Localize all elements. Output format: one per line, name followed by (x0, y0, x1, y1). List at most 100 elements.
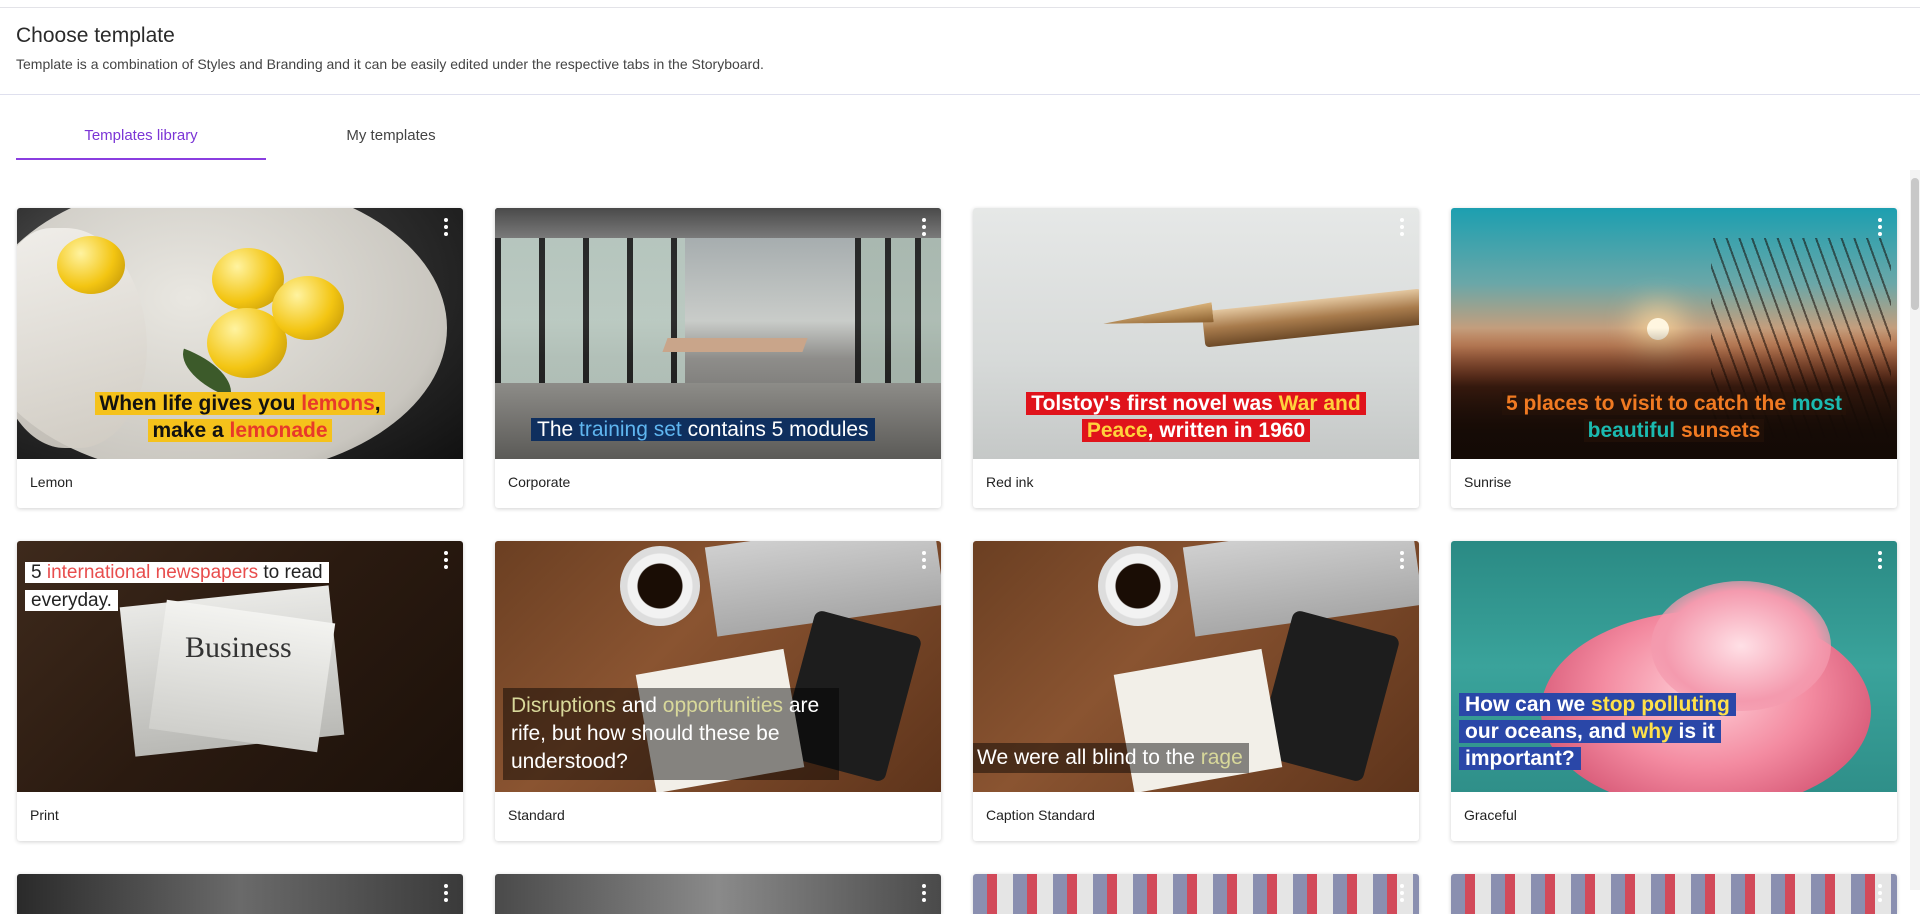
lemon-image (57, 236, 125, 294)
more-vertical-icon[interactable] (1399, 884, 1405, 904)
template-name: Caption Standard (986, 807, 1095, 823)
caption-highlight: why (1631, 720, 1673, 743)
thumbnail-caption: 5 international newspapers to read every… (25, 559, 329, 615)
newspaper-image (148, 599, 336, 753)
coffee-cup-image (1098, 546, 1178, 626)
caption-text: When life gives you (99, 392, 302, 415)
thumbnail-caption: When life gives you lemons, make a lemon… (79, 390, 401, 444)
template-card-partial[interactable] (495, 874, 941, 914)
more-vertical-icon[interactable] (1877, 218, 1883, 238)
template-name: Lemon (30, 474, 73, 490)
caption-highlight: most (1791, 392, 1843, 415)
template-card-red-ink[interactable]: Tolstoy's first novel was War and Peace,… (973, 208, 1419, 508)
caption-text: sunsets (1675, 419, 1761, 442)
thumbnail-caption: We were all blind to the rage (973, 743, 1249, 773)
coffee-cup-image (620, 546, 700, 626)
caption-text: 5 places to visit to catch the (1505, 392, 1792, 415)
template-name: Red ink (986, 474, 1034, 490)
more-vertical-icon[interactable] (443, 218, 449, 238)
thumbnail-caption: 5 places to visit to catch the most beau… (1471, 390, 1877, 444)
more-vertical-icon[interactable] (1877, 551, 1883, 571)
caption-text: to read (258, 562, 323, 583)
caption-text: make a (152, 419, 230, 442)
caption-text: contains 5 modules (681, 418, 869, 441)
template-card-standard[interactable]: Disruptions and opportunities are rife, … (495, 541, 941, 841)
more-vertical-icon[interactable] (1877, 884, 1883, 904)
caption-highlight: rage (1200, 746, 1243, 769)
caption-highlight: training set (579, 418, 682, 441)
template-card-partial[interactable] (1451, 874, 1897, 914)
template-card-partial[interactable] (973, 874, 1419, 914)
caption-text: everyday. (25, 590, 118, 611)
caption-text: rife, but how should these be (511, 722, 780, 745)
template-thumbnail: Disruptions and opportunities are rife, … (495, 541, 941, 792)
caption-text: important? (1459, 747, 1581, 770)
caption-highlight: stop polluting (1591, 693, 1730, 716)
more-vertical-icon[interactable] (1399, 218, 1405, 238)
pen-image (1201, 288, 1419, 348)
template-name: Print (30, 807, 59, 823)
caption-text: are (783, 694, 820, 717)
template-thumbnail: We were all blind to the rage (973, 541, 1419, 792)
template-tabs: Templates library My templates (16, 118, 516, 160)
caption-text: , (374, 392, 381, 415)
caption-text: We were all blind to the (977, 746, 1201, 769)
page-header: Choose template Template is a combinatio… (16, 24, 764, 72)
caption-highlight: War and (1278, 392, 1361, 415)
page-subtitle: Template is a combination of Styles and … (16, 56, 764, 72)
window-image (495, 208, 685, 408)
caption-highlight: lemons (301, 392, 375, 415)
template-thumbnail: When life gives you lemons, make a lemon… (17, 208, 463, 459)
page-title: Choose template (16, 24, 175, 47)
thumbnail-caption: Tolstoy's first novel was War and Peace,… (1011, 390, 1381, 444)
caption-text: our oceans, and (1465, 720, 1632, 743)
caption-text: , written in 1960 (1147, 419, 1306, 442)
template-name: Sunrise (1464, 474, 1512, 490)
caption-text: and (616, 694, 663, 717)
caption-text: How can we (1465, 693, 1592, 716)
caption-text: Tolstoy's first novel was (1031, 392, 1279, 415)
table-image (662, 338, 808, 352)
caption-highlight: lemonade (229, 419, 328, 442)
template-thumbnail: Business 5 international newspapers to r… (17, 541, 463, 792)
caption-highlight: international newspapers (46, 562, 259, 583)
top-divider (0, 7, 1920, 8)
page-scrollbar-thumb[interactable] (1911, 178, 1919, 310)
tab-my-templates[interactable]: My templates (266, 118, 516, 160)
caption-text: The (537, 418, 580, 441)
window-image (855, 208, 941, 408)
template-thumbnail: The training set contains 5 modules (495, 208, 941, 459)
more-vertical-icon[interactable] (921, 218, 927, 238)
more-vertical-icon[interactable] (443, 884, 449, 904)
caption-highlight: Disruptions (511, 694, 617, 717)
template-thumbnail: 5 places to visit to catch the most beau… (1451, 208, 1897, 459)
caption-text: is it (1672, 720, 1715, 743)
thumbnail-caption: How can we stop polluting our oceans, an… (1459, 691, 1736, 772)
template-card-lemon[interactable]: When life gives you lemons, make a lemon… (17, 208, 463, 508)
caption-highlight: Peace (1086, 419, 1148, 442)
lemon-image (272, 276, 344, 340)
caption-text: 5 (31, 562, 47, 583)
caption-highlight: beautiful (1587, 419, 1676, 442)
template-card-caption-standard[interactable]: We were all blind to the rage Caption St… (973, 541, 1419, 841)
thumbnail-caption: The training set contains 5 modules (531, 416, 875, 444)
more-vertical-icon[interactable] (921, 551, 927, 571)
thumbnail-caption: Disruptions and opportunities are rife, … (503, 688, 839, 780)
caption-text: understood? (511, 750, 628, 773)
template-card-corporate[interactable]: The training set contains 5 modules Corp… (495, 208, 941, 508)
template-card-sunrise[interactable]: 5 places to visit to catch the most beau… (1451, 208, 1897, 508)
template-card-partial[interactable] (17, 874, 463, 914)
template-card-print[interactable]: Business 5 international newspapers to r… (17, 541, 463, 841)
template-thumbnail: Tolstoy's first novel was War and Peace,… (973, 208, 1419, 459)
newspaper-headline: Business (185, 631, 292, 664)
template-card-graceful[interactable]: How can we stop polluting our oceans, an… (1451, 541, 1897, 841)
ceiling-image (495, 208, 941, 238)
template-name: Corporate (508, 474, 571, 490)
more-vertical-icon[interactable] (1399, 551, 1405, 571)
template-name: Standard (508, 807, 565, 823)
caption-highlight: opportunities (662, 694, 784, 717)
more-vertical-icon[interactable] (443, 551, 449, 571)
more-vertical-icon[interactable] (921, 884, 927, 904)
template-thumbnail: How can we stop polluting our oceans, an… (1451, 541, 1897, 792)
tab-templates-library[interactable]: Templates library (16, 118, 266, 160)
